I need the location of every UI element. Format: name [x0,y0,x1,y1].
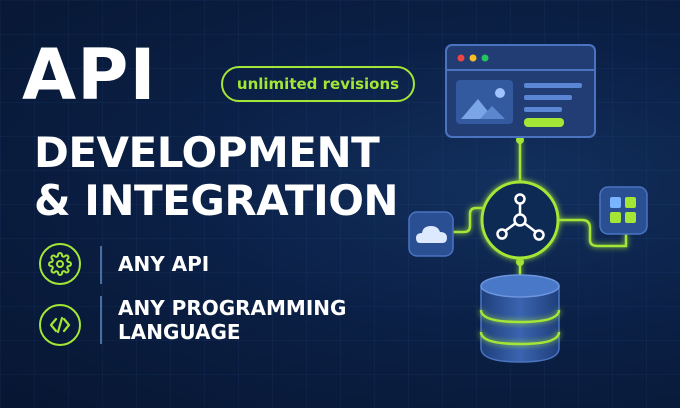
app-grid-icon [599,186,648,235]
database-icon [479,274,561,363]
cloud-icon [408,211,454,257]
image-icon [456,80,513,124]
browser-window-icon [445,44,596,138]
network-hub-icon [480,180,560,260]
api-integration-illustration [408,44,648,363]
